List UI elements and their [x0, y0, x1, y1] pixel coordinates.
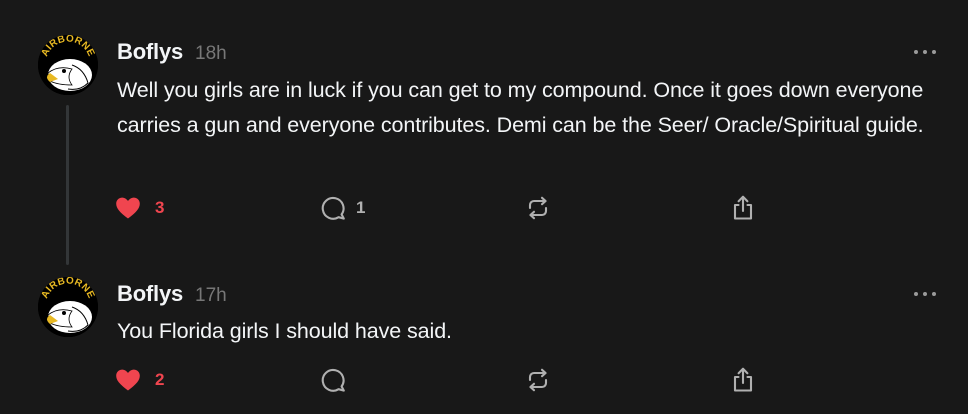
thread-line	[66, 105, 69, 265]
comment-icon	[321, 196, 345, 220]
post: AIRBORNE Boflys 18h Well you girls are i…	[0, 0, 968, 265]
heart-filled-icon	[116, 369, 140, 391]
username[interactable]: Boflys	[117, 39, 183, 65]
post-header: Boflys 18h	[117, 39, 227, 65]
more-dot	[923, 292, 927, 296]
more-dot	[932, 50, 936, 54]
action-bar: 2	[113, 365, 773, 395]
like-count: 3	[155, 198, 165, 217]
share-button[interactable]	[730, 365, 756, 395]
airborne-eagle-icon: AIRBORNE	[38, 35, 98, 95]
timestamp[interactable]: 18h	[195, 43, 227, 65]
post-text: You Florida girls I should have said.	[117, 319, 452, 343]
action-bar: 3 1	[113, 193, 773, 223]
repost-icon	[528, 196, 548, 220]
repost-button[interactable]	[525, 365, 551, 395]
more-dot	[914, 50, 918, 54]
repost-button[interactable]	[525, 193, 551, 223]
share-icon	[733, 367, 753, 392]
more-options-button[interactable]	[914, 290, 936, 298]
share-icon	[733, 195, 753, 220]
airborne-eagle-icon: AIRBORNE	[38, 277, 98, 337]
post-header: Boflys 17h	[117, 281, 227, 307]
like-button[interactable]: 3	[115, 193, 164, 223]
like-button[interactable]: 2	[115, 365, 164, 395]
timestamp[interactable]: 17h	[195, 285, 227, 307]
avatar[interactable]: AIRBORNE	[38, 277, 98, 337]
reply-button[interactable]: 1	[320, 193, 365, 223]
username[interactable]: Boflys	[117, 281, 183, 307]
reply-button[interactable]	[320, 365, 346, 395]
comment-icon	[321, 368, 345, 392]
post: AIRBORNE Boflys 17h You Florida girls I …	[0, 262, 968, 414]
share-button[interactable]	[730, 193, 756, 223]
post-text: Well you girls are in luck if you can ge…	[117, 78, 924, 137]
more-dot	[932, 292, 936, 296]
more-options-button[interactable]	[914, 48, 936, 56]
more-dot	[914, 292, 918, 296]
more-dot	[923, 50, 927, 54]
avatar[interactable]: AIRBORNE	[38, 35, 98, 95]
repost-icon	[528, 368, 548, 392]
heart-filled-icon	[116, 197, 140, 219]
like-count: 2	[155, 370, 165, 389]
reply-count: 1	[356, 198, 366, 217]
